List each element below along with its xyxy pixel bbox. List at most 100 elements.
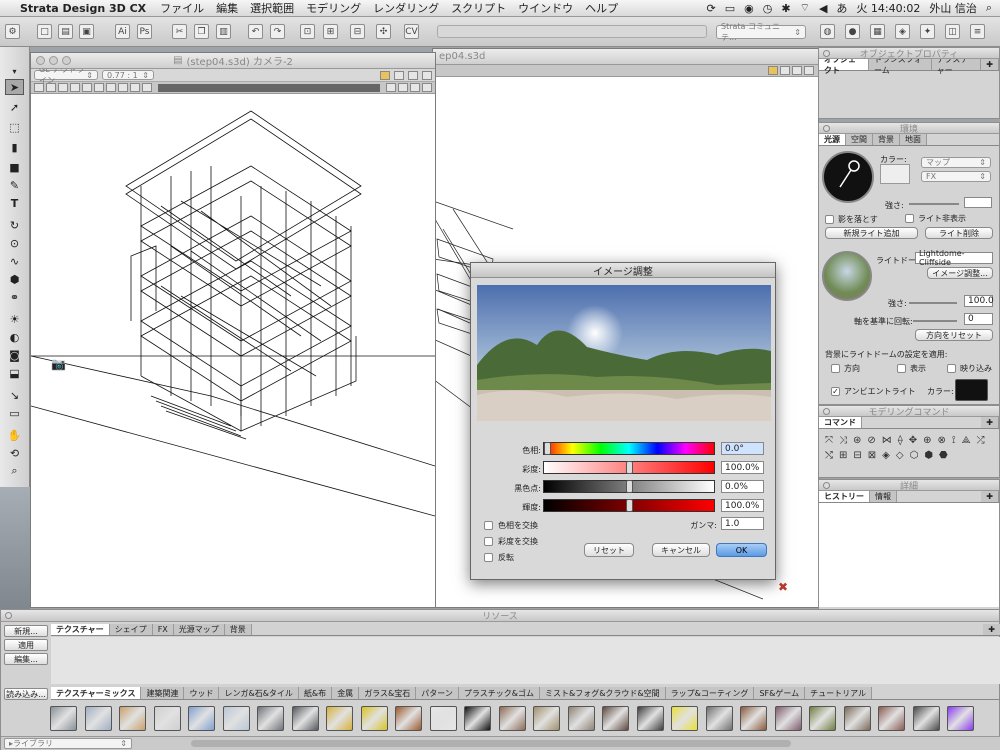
ambient-light-checkbox[interactable]: ✓ アンビエントライト	[831, 386, 916, 397]
hue-slider-thumb[interactable]	[544, 442, 551, 455]
menu-rendering[interactable]: レンダリング	[373, 0, 439, 16]
measure-icon[interactable]: ▭	[5, 405, 24, 421]
texture-swatch[interactable]	[912, 706, 940, 731]
gamma-value[interactable]: 1.0	[721, 517, 764, 530]
view-mode-select[interactable]: GL アウトライン ⇕	[34, 65, 98, 85]
paste-icon[interactable]: ▥	[216, 24, 231, 39]
texture-swatch[interactable]	[947, 706, 974, 731]
cancel-button[interactable]: キャンセル	[652, 543, 710, 557]
add-light-button[interactable]: 新規ライト追加	[825, 227, 918, 239]
import-button[interactable]: 読み込み...	[4, 688, 48, 700]
category-glass-gem[interactable]: ガラス&宝石	[359, 687, 417, 699]
texture-swatch[interactable]	[188, 706, 215, 731]
texture-swatch[interactable]	[878, 706, 905, 731]
camera-object-icon[interactable]: ◙	[5, 347, 24, 363]
light-bulb-icon[interactable]: ☀	[5, 311, 24, 327]
show-checkbox[interactable]: 表示	[897, 363, 926, 374]
view-tool-2[interactable]	[46, 83, 56, 92]
hue-value[interactable]: 0.0°	[721, 442, 764, 455]
save-icon[interactable]: ▣	[79, 24, 94, 39]
texture-swatch[interactable]	[291, 706, 319, 731]
category-sf-game[interactable]: SF&ゲーム	[754, 687, 806, 699]
reshape-icon[interactable]: ⬚	[5, 119, 24, 135]
view-toggle-2[interactable]	[792, 66, 802, 75]
category-architecture[interactable]: 建築関連	[141, 687, 185, 699]
text-tool-icon[interactable]: T	[5, 195, 24, 211]
command-20-icon[interactable]: ⬢	[924, 450, 933, 461]
swap-hue-checkbox[interactable]: 色相を交換	[484, 520, 538, 531]
texture-swatch[interactable]	[809, 706, 836, 731]
sync-icon[interactable]: ⟳	[707, 2, 716, 15]
map-select[interactable]: マップ ⇕	[921, 157, 991, 168]
history-list[interactable]	[819, 503, 999, 607]
texture-swatch[interactable]	[602, 706, 629, 731]
tab-lightmaps[interactable]: 光源マップ	[173, 624, 225, 635]
rotate-value[interactable]: 0	[964, 313, 993, 325]
menu-selection[interactable]: 選択範囲	[250, 0, 294, 16]
undo-icon[interactable]: ↶	[248, 24, 263, 39]
modeling-window-titlebar[interactable]: ▤ (step04.s3d) カメラ-2	[31, 53, 435, 69]
tab-info[interactable]: 情報	[870, 491, 897, 502]
link-icon[interactable]: ⚭	[5, 289, 24, 305]
tab-backgrounds[interactable]: 背景	[224, 624, 252, 635]
palette-menu-icon[interactable]: ✚	[981, 417, 999, 428]
texture-swatch[interactable]	[533, 706, 560, 731]
tab-ground[interactable]: 地面	[900, 134, 927, 145]
category-plastic-rubber[interactable]: プラスチック&ゴム	[458, 687, 540, 699]
view-toggle-1[interactable]	[394, 70, 404, 80]
image-adjust-button[interactable]: イメージ調整...	[927, 267, 993, 279]
saturation-value[interactable]: 100.0%	[721, 461, 764, 474]
lathe-icon[interactable]: ↻	[5, 217, 24, 233]
category-pattern[interactable]: パターン	[416, 687, 459, 699]
view-tool-8[interactable]	[118, 83, 128, 92]
menu-window[interactable]: ウインドウ	[518, 0, 573, 16]
view-tool-3[interactable]	[58, 83, 68, 92]
export-illustrator-icon[interactable]: Ai	[115, 24, 130, 39]
command-18-icon[interactable]: ◇	[896, 450, 904, 461]
palette-close-button[interactable]	[5, 612, 12, 619]
intensity-slider[interactable]	[909, 203, 959, 205]
view-tool-6[interactable]	[94, 83, 104, 92]
zoom-select[interactable]: 0.77 : 1 ⇕	[102, 70, 154, 80]
resource-document-list[interactable]	[51, 637, 1000, 684]
light-icon[interactable]: ✦	[920, 24, 935, 39]
wifi-icon[interactable]: ⌔	[800, 1, 810, 15]
hand-icon[interactable]: ✋	[5, 427, 24, 443]
display-icon[interactable]: ▭	[725, 2, 735, 15]
tab-shapes[interactable]: シェイプ	[109, 624, 153, 635]
layers-icon[interactable]: ≡	[970, 24, 985, 39]
texture-swatch[interactable]	[429, 706, 457, 731]
strength-slider[interactable]	[909, 302, 957, 304]
black-point-value[interactable]: 0.0%	[721, 480, 764, 493]
input-mode[interactable]: あ	[836, 0, 847, 16]
copy-icon[interactable]: ❐	[194, 24, 209, 39]
view-tool-7[interactable]	[106, 83, 116, 92]
pen-icon[interactable]: ✎	[5, 177, 24, 193]
fx-select[interactable]: FX ⇕	[921, 171, 991, 182]
cast-shadow-checkbox[interactable]: 影を落とす	[825, 214, 878, 225]
new-file-icon[interactable]: □	[37, 24, 52, 39]
export-photoshop-icon[interactable]: Ps	[137, 24, 152, 39]
texture-swatch[interactable]	[636, 706, 664, 731]
modeling-window-camera[interactable]: ▤ (step04.s3d) カメラ-2 GL アウトライン ⇕ 0.77 : 1…	[30, 52, 436, 608]
tab-texture[interactable]: テクスチャー	[931, 55, 982, 75]
camera-tool-icon[interactable]: ◫	[945, 24, 960, 39]
view-tool-11[interactable]	[386, 83, 396, 92]
command-17-icon[interactable]: ◈	[882, 450, 890, 461]
tab-space[interactable]: 空間	[846, 134, 873, 145]
spotlight-search-icon[interactable]: ⌕	[986, 1, 992, 15]
open-file-icon[interactable]: ▤	[58, 24, 73, 39]
texture-swatch[interactable]	[843, 706, 871, 731]
view-tool-13[interactable]	[410, 83, 420, 92]
palette-close-button[interactable]	[823, 408, 830, 415]
tab-command[interactable]: コマンド	[819, 417, 862, 428]
palette-menu-icon[interactable]: ✚	[981, 491, 999, 502]
command-19-icon[interactable]: ⬡	[910, 450, 919, 461]
command-16-icon[interactable]: ⊠	[868, 450, 876, 461]
community-select[interactable]: Strata コミュニテ... ⇕	[716, 22, 806, 42]
category-mist-fog-cloud[interactable]: ミスト&フォグ&クラウド&空間	[539, 687, 666, 699]
brightness-slider[interactable]	[543, 499, 715, 512]
palette-close-button[interactable]	[823, 50, 830, 57]
view-tool-10[interactable]	[142, 83, 152, 92]
command-7-icon[interactable]: ✥	[909, 435, 917, 446]
